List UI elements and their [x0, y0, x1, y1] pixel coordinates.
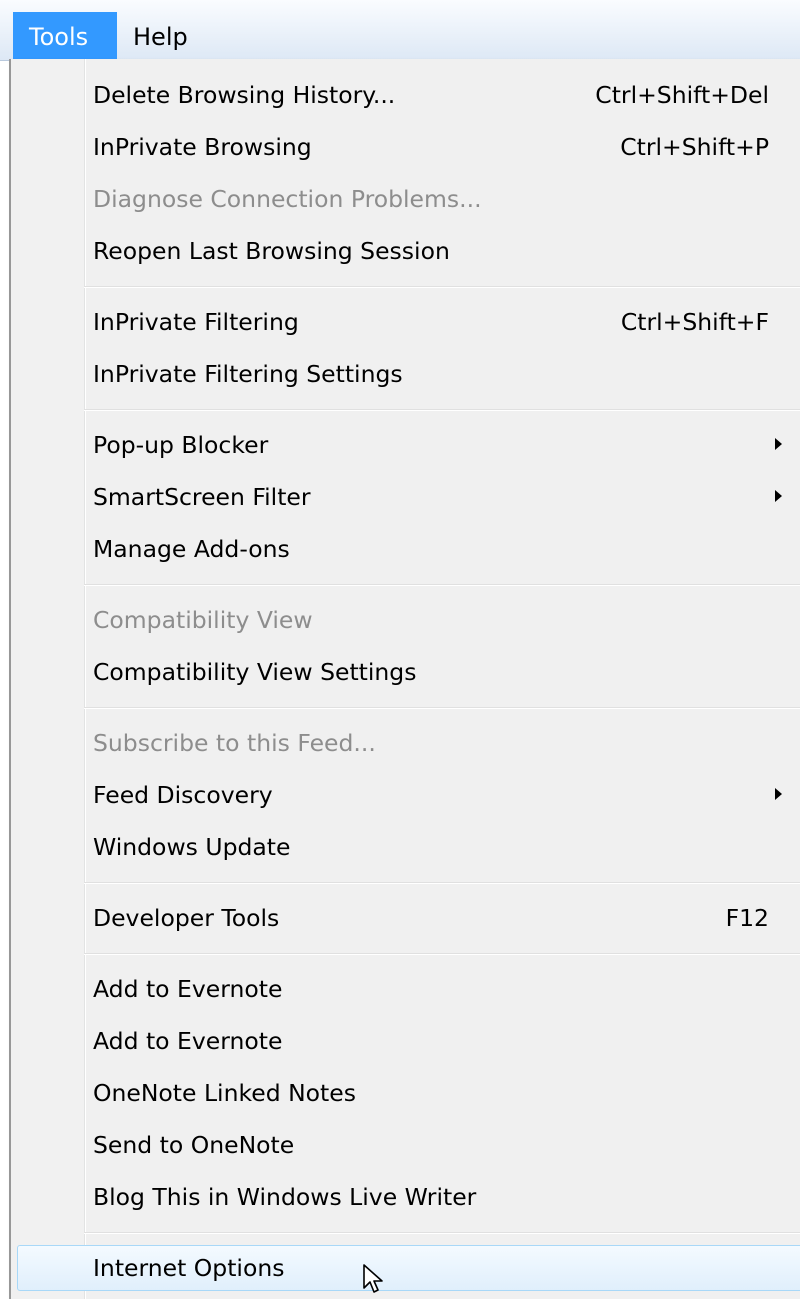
menu-separator — [11, 277, 800, 296]
menu-item-label: Subscribe to this Feed... — [93, 729, 376, 757]
menu-item-shortcut: Ctrl+Shift+F — [620, 308, 769, 336]
menu-item-blog-this-in-windows-live-writer[interactable]: Blog This in Windows Live Writer — [11, 1171, 800, 1223]
menu-item-reopen-last-browsing-session[interactable]: Reopen Last Browsing Session — [11, 225, 800, 277]
menu-item-inprivate-filtering-settings[interactable]: InPrivate Filtering Settings — [11, 348, 800, 400]
menu-item-label: Add to Evernote — [93, 975, 283, 1003]
menu-item-label: Blog This in Windows Live Writer — [93, 1183, 477, 1211]
menu-item-label: Add to Evernote — [93, 1027, 283, 1055]
menu-item-subscribe-to-this-feed: Subscribe to this Feed... — [11, 717, 800, 769]
menu-item-label: Diagnose Connection Problems... — [93, 185, 482, 213]
menu-item-windows-update[interactable]: Windows Update — [11, 821, 800, 873]
menu-item-internet-options[interactable]: Internet Options — [11, 1242, 800, 1294]
menu-item-add-to-evernote[interactable]: Add to Evernote — [11, 963, 800, 1015]
menu-separator — [11, 1223, 800, 1242]
menu-separator — [11, 400, 800, 419]
menu-item-shortcut: Ctrl+Shift+Del — [595, 81, 769, 109]
menu-items: Delete Browsing History... Ctrl+Shift+Del… — [11, 69, 800, 1294]
menu-item-label: Developer Tools — [93, 904, 280, 932]
menu-item-delete-browsing-history[interactable]: Delete Browsing History... Ctrl+Shift+Del — [11, 69, 800, 121]
menu-item-inprivate-browsing[interactable]: InPrivate Browsing Ctrl+Shift+P — [11, 121, 800, 173]
menu-item-add-to-evernote-2[interactable]: Add to Evernote — [11, 1015, 800, 1067]
menu-item-label: Send to OneNote — [93, 1131, 295, 1159]
menu-help[interactable]: Help — [117, 12, 217, 59]
menu-item-shortcut: F12 — [725, 904, 769, 932]
menu-item-label: Reopen Last Browsing Session — [93, 237, 450, 265]
menu-tools[interactable]: Tools — [13, 12, 117, 59]
menu-separator — [11, 944, 800, 963]
menu-item-label: Windows Update — [93, 833, 291, 861]
tools-dropdown-menu: Delete Browsing History... Ctrl+Shift+Del… — [9, 59, 800, 1299]
menu-item-label: Compatibility View — [93, 606, 313, 634]
menu-item-manage-add-ons[interactable]: Manage Add-ons — [11, 523, 800, 575]
menu-item-label: OneNote Linked Notes — [93, 1079, 356, 1107]
submenu-arrow-icon — [775, 438, 782, 450]
menu-item-onenote-linked-notes[interactable]: OneNote Linked Notes — [11, 1067, 800, 1119]
menu-item-label: SmartScreen Filter — [93, 483, 311, 511]
submenu-arrow-icon — [775, 788, 782, 800]
menu-item-label: Feed Discovery — [93, 781, 273, 809]
menu-item-feed-discovery[interactable]: Feed Discovery — [11, 769, 800, 821]
menu-item-send-to-onenote[interactable]: Send to OneNote — [11, 1119, 800, 1171]
menu-separator — [11, 575, 800, 594]
menu-item-compatibility-view: Compatibility View — [11, 594, 800, 646]
menu-item-label: Internet Options — [93, 1254, 285, 1282]
menu-item-shortcut: Ctrl+Shift+P — [620, 133, 769, 161]
menu-item-label: Delete Browsing History... — [93, 81, 396, 109]
menu-item-smartscreen-filter[interactable]: SmartScreen Filter — [11, 471, 800, 523]
menu-item-compatibility-view-settings[interactable]: Compatibility View Settings — [11, 646, 800, 698]
menu-item-label: Compatibility View Settings — [93, 658, 417, 686]
menu-item-diagnose-connection-problems: Diagnose Connection Problems... — [11, 173, 800, 225]
menu-item-label: Pop-up Blocker — [93, 431, 269, 459]
menu-item-inprivate-filtering[interactable]: InPrivate Filtering Ctrl+Shift+F — [11, 296, 800, 348]
menu-item-label: InPrivate Filtering — [93, 308, 299, 336]
menu-item-label: Manage Add-ons — [93, 535, 290, 563]
menu-item-label: InPrivate Filtering Settings — [93, 360, 403, 388]
menu-separator — [11, 698, 800, 717]
menu-bar: Tools Help — [0, 0, 800, 61]
submenu-arrow-icon — [775, 490, 782, 502]
menu-separator — [11, 873, 800, 892]
menu-item-label: InPrivate Browsing — [93, 133, 312, 161]
menu-item-developer-tools[interactable]: Developer Tools F12 — [11, 892, 800, 944]
menu-item-pop-up-blocker[interactable]: Pop-up Blocker — [11, 419, 800, 471]
